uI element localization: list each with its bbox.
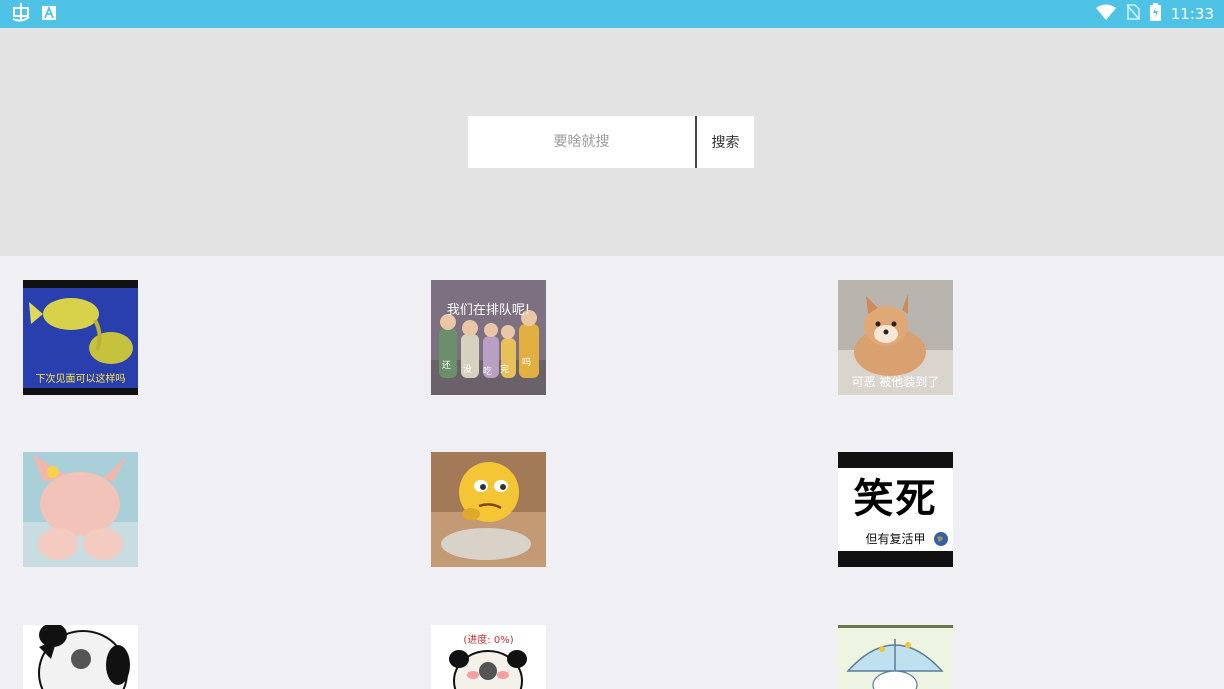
sticker-panda-progress[interactable]: (进度: 0%) xyxy=(431,625,546,689)
queue-image xyxy=(431,280,546,395)
panda-progress-image xyxy=(449,650,527,689)
search-bar: 搜索 xyxy=(468,116,754,168)
battery-charging-icon xyxy=(1149,3,1161,25)
panda-image xyxy=(23,625,138,689)
sticker-queue[interactable]: 我们在排队呢! 还 没 吃 完 吗 xyxy=(431,280,546,395)
search-button[interactable]: 搜索 xyxy=(697,116,754,168)
sticker-caption: 我们在排队呢! xyxy=(446,303,531,318)
plush-image xyxy=(23,452,138,567)
globe-icon xyxy=(934,531,948,550)
sticker-caption: 下次见面可以这样吗 xyxy=(35,374,126,385)
sticker-tag: 没 xyxy=(463,365,473,375)
search-header: 搜索 xyxy=(0,28,1224,256)
no-sim-icon xyxy=(1126,4,1140,24)
sticker-thinking-cat[interactable] xyxy=(431,452,546,567)
sticker-shiba[interactable]: 可恶 被他装到了 xyxy=(838,280,953,395)
wifi-icon xyxy=(1095,4,1116,24)
search-input[interactable] xyxy=(468,116,697,168)
sticker-caption: 可恶 被他装到了 xyxy=(851,375,940,389)
bottom-band xyxy=(838,551,953,567)
sticker-tag: 吃 xyxy=(483,367,493,377)
sticker-tag: 完 xyxy=(500,365,510,375)
sticker-tag: 还 xyxy=(442,361,452,371)
sticker-big-caption: 笑死 xyxy=(853,476,938,522)
sticker-pink-plush[interactable] xyxy=(23,452,138,567)
sticker-tag: 吗 xyxy=(522,358,532,368)
sticker-panda-1[interactable] xyxy=(23,625,138,689)
sticker-grid: 下次见面可以这样吗 我们在排队呢! 还 没 吃 完 吗 可恶 被他装到了 笑死 … xyxy=(0,256,1224,689)
status-time: 11:33 xyxy=(1170,5,1214,23)
sticker-umbrella[interactable] xyxy=(838,625,953,689)
text-a-icon xyxy=(42,5,56,24)
thinking-cat-image xyxy=(431,452,546,567)
umbrella-image xyxy=(838,625,953,689)
app-bug-icon xyxy=(10,2,32,26)
sticker-fish-kiss[interactable]: 下次见面可以这样吗 xyxy=(23,280,138,395)
sticker-xiaosi[interactable]: 笑死 但有复活甲 xyxy=(838,452,953,567)
status-bar: 11:33 xyxy=(0,0,1224,28)
